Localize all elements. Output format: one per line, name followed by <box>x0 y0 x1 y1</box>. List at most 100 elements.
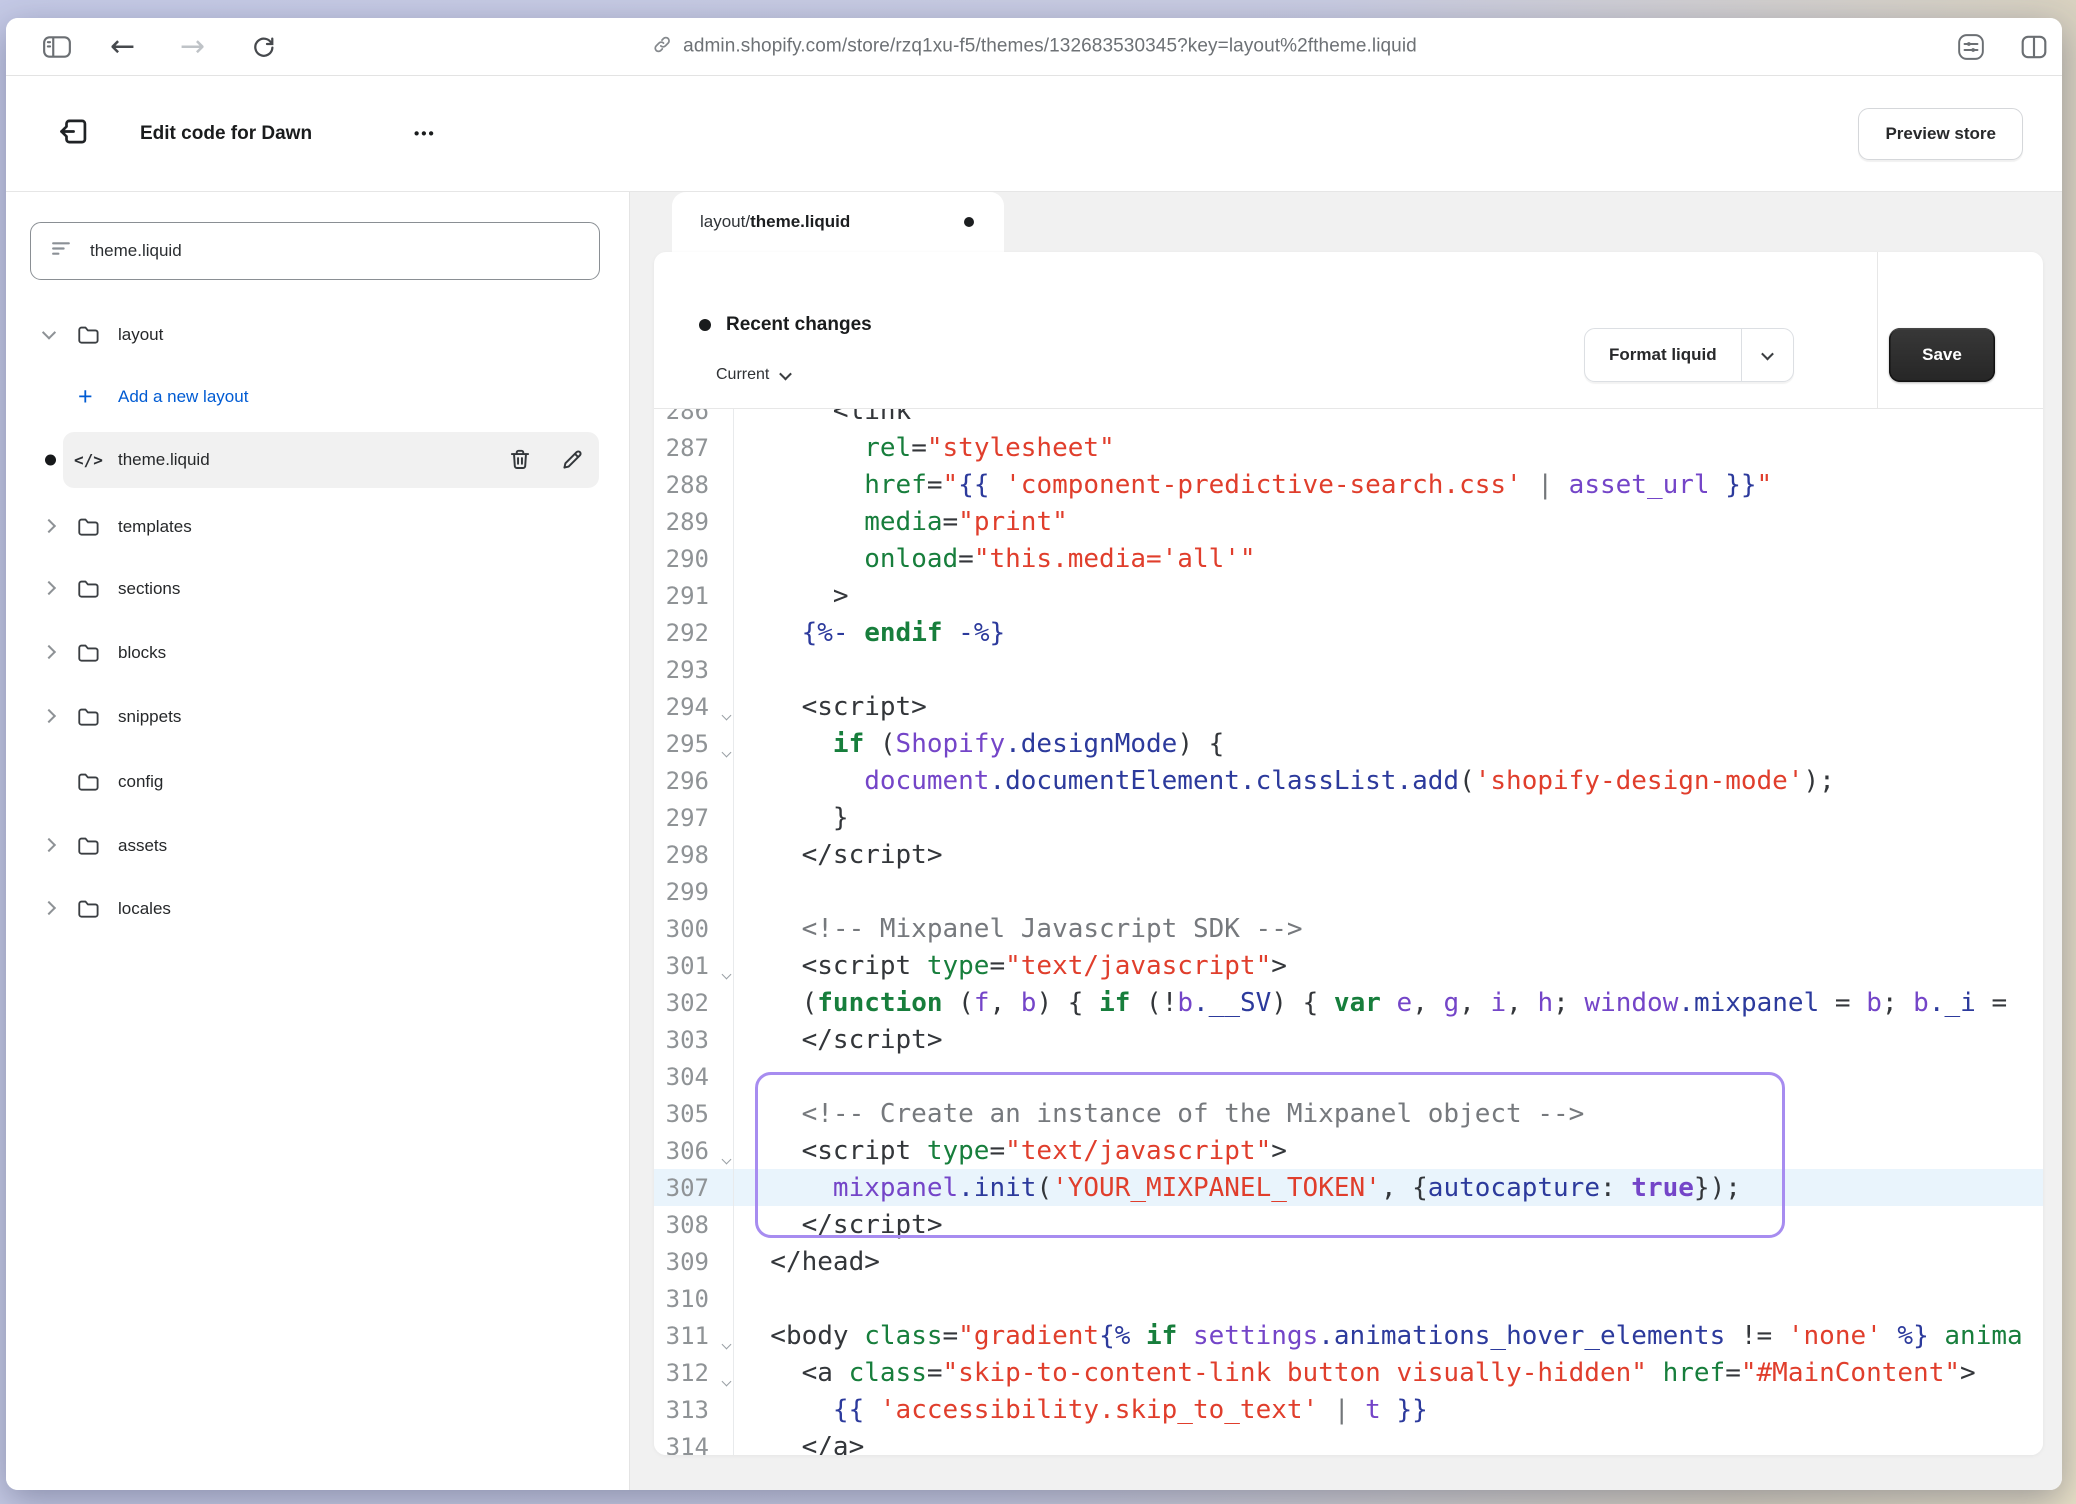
code-line-290[interactable]: 290 onload="this.media='all'" <box>654 540 2043 577</box>
page-title: Edit code for Dawn <box>140 123 312 145</box>
code-text: <script type="text/javascript"> <box>734 1136 2043 1166</box>
editor-toolbar: Recent changes Current Format liquid Sav… <box>654 252 2043 409</box>
chevron-right-icon <box>42 645 56 659</box>
line-number-gutter: 290 <box>654 540 734 577</box>
code-line-288[interactable]: 288 href="{{ 'component-predictive-searc… <box>654 466 2043 503</box>
code-line-307[interactable]: 307 mixpanel.init('YOUR_MIXPANEL_TOKEN',… <box>654 1169 2043 1206</box>
selected-row-highlight: </>theme.liquid <box>63 432 599 488</box>
fold-chevron-icon[interactable] <box>722 1377 732 1387</box>
code-line-313[interactable]: 313 {{ 'accessibility.skip_to_text' | t … <box>654 1391 2043 1428</box>
code-line-286[interactable]: 286 <link <box>654 409 2043 429</box>
sidebar-item-blocks[interactable]: blocks <box>6 629 629 677</box>
format-liquid-button[interactable]: Format liquid <box>1584 328 1794 382</box>
sidebar-item-config[interactable]: config <box>6 758 629 806</box>
address-bar[interactable]: admin.shopify.com/store/rzq1xu-f5/themes… <box>651 33 1417 60</box>
code-line-311[interactable]: 311 <body class="gradient{% if settings.… <box>654 1317 2043 1354</box>
code-line-294[interactable]: 294 <script> <box>654 688 2043 725</box>
code-line-309[interactable]: 309 </head> <box>654 1243 2043 1280</box>
split-view-icon[interactable] <box>2020 33 2048 61</box>
fold-chevron-icon[interactable] <box>722 711 732 721</box>
version-dropdown[interactable]: Current <box>716 366 790 384</box>
folder-label: layout <box>118 325 163 345</box>
line-number-gutter: 306 <box>654 1132 734 1169</box>
add-new-layout-button[interactable]: +Add a new layout <box>6 373 629 421</box>
code-line-304[interactable]: 304 <box>654 1058 2043 1095</box>
folder-icon <box>76 324 100 346</box>
line-number-gutter: 304 <box>654 1058 734 1095</box>
code-line-296[interactable]: 296 document.documentElement.classList.a… <box>654 762 2043 799</box>
fold-chevron-icon[interactable] <box>722 748 732 758</box>
reload-button[interactable] <box>250 33 277 60</box>
code-line-310[interactable]: 310 <box>654 1280 2043 1317</box>
chevron-right-icon <box>42 709 56 723</box>
code-line-295[interactable]: 295 if (Shopify.designMode) { <box>654 725 2043 762</box>
code-line-314[interactable]: 314 </a> <box>654 1428 2043 1455</box>
folder-icon <box>76 578 100 600</box>
chevron-right-icon <box>42 519 56 533</box>
code-editor[interactable]: 286 <link287 rel="stylesheet"288 href="{… <box>654 409 2043 1455</box>
code-line-300[interactable]: 300 <!-- Mixpanel Javascript SDK --> <box>654 910 2043 947</box>
file-search[interactable] <box>30 222 600 280</box>
sidebar-item-theme-liquid[interactable]: </>theme.liquid <box>6 432 629 488</box>
code-line-287[interactable]: 287 rel="stylesheet" <box>654 429 2043 466</box>
tab-theme-liquid[interactable]: layout/theme.liquid <box>672 192 1004 252</box>
code-text: <!-- Mixpanel Javascript SDK --> <box>734 914 2043 944</box>
sidebar-item-templates[interactable]: templates <box>6 503 629 551</box>
folder-icon <box>76 898 100 920</box>
code-line-303[interactable]: 303 </script> <box>654 1021 2043 1058</box>
folder-label: sections <box>118 579 180 599</box>
code-text: if (Shopify.designMode) { <box>734 729 2043 759</box>
fold-chevron-icon[interactable] <box>722 1155 732 1165</box>
save-button[interactable]: Save <box>1889 328 1995 382</box>
file-label: theme.liquid <box>118 450 210 470</box>
sidebar-item-assets[interactable]: assets <box>6 822 629 870</box>
fold-chevron-icon[interactable] <box>722 970 732 980</box>
editor-card: Recent changes Current Format liquid Sav… <box>654 252 2043 1455</box>
line-number-gutter: 287 <box>654 429 734 466</box>
forward-button[interactable]: → <box>180 32 205 62</box>
chevron-down-icon <box>42 326 56 340</box>
action-label: Add a new layout <box>118 387 248 407</box>
code-line-308[interactable]: 308 </script> <box>654 1206 2043 1243</box>
code-line-289[interactable]: 289 media="print" <box>654 503 2043 540</box>
file-sidebar: layout +Add a new layout </>theme.liquid te… <box>6 192 630 1490</box>
fold-chevron-icon[interactable] <box>722 1340 732 1350</box>
sidebar-item-sections[interactable]: sections <box>6 565 629 613</box>
code-line-301[interactable]: 301 <script type="text/javascript"> <box>654 947 2043 984</box>
code-line-312[interactable]: 312 <a class="skip-to-content-link butto… <box>654 1354 2043 1391</box>
sidebar-item-layout[interactable]: layout <box>6 311 629 359</box>
folder-label: snippets <box>118 707 181 727</box>
app-header: Edit code for Dawn ••• Preview store <box>6 76 2062 192</box>
more-actions-button[interactable]: ••• <box>414 125 436 142</box>
line-number-gutter: 307 <box>654 1169 734 1206</box>
preview-store-button[interactable]: Preview store <box>1858 108 2023 160</box>
code-line-292[interactable]: 292 {%- endif -%} <box>654 614 2043 651</box>
reader-settings-icon[interactable] <box>1957 33 1985 61</box>
folder-label: assets <box>118 836 167 856</box>
code-line-302[interactable]: 302 (function (f, b) { if (!b.__SV) { va… <box>654 984 2043 1021</box>
rename-file-button[interactable] <box>557 445 587 475</box>
code-line-305[interactable]: 305 <!-- Create an instance of the Mixpa… <box>654 1095 2043 1132</box>
sidebar-toggle-icon[interactable] <box>42 34 72 60</box>
link-icon <box>651 33 673 60</box>
code-line-306[interactable]: 306 <script type="text/javascript"> <box>654 1132 2043 1169</box>
search-input[interactable] <box>90 241 581 261</box>
sidebar-item-snippets[interactable]: snippets <box>6 693 629 741</box>
code-line-299[interactable]: 299 <box>654 873 2043 910</box>
code-text: </script> <box>734 840 2043 870</box>
code-line-297[interactable]: 297 } <box>654 799 2043 836</box>
modified-dot <box>45 455 56 466</box>
code-text: <body class="gradient{% if settings.anim… <box>734 1321 2043 1351</box>
folder-label: locales <box>118 899 171 919</box>
chevron-right-icon <box>42 838 56 852</box>
line-number-gutter: 293 <box>654 651 734 688</box>
code-line-293[interactable]: 293 <box>654 651 2043 688</box>
delete-file-button[interactable] <box>505 445 535 475</box>
code-line-291[interactable]: 291 > <box>654 577 2043 614</box>
sidebar-item-locales[interactable]: locales <box>6 885 629 933</box>
code-text: mixpanel.init('YOUR_MIXPANEL_TOKEN', {au… <box>734 1173 2043 1203</box>
exit-editor-icon[interactable] <box>58 114 92 153</box>
back-button[interactable]: ← <box>110 32 135 62</box>
code-line-298[interactable]: 298 </script> <box>654 836 2043 873</box>
format-options-chevron[interactable] <box>1741 329 1793 381</box>
